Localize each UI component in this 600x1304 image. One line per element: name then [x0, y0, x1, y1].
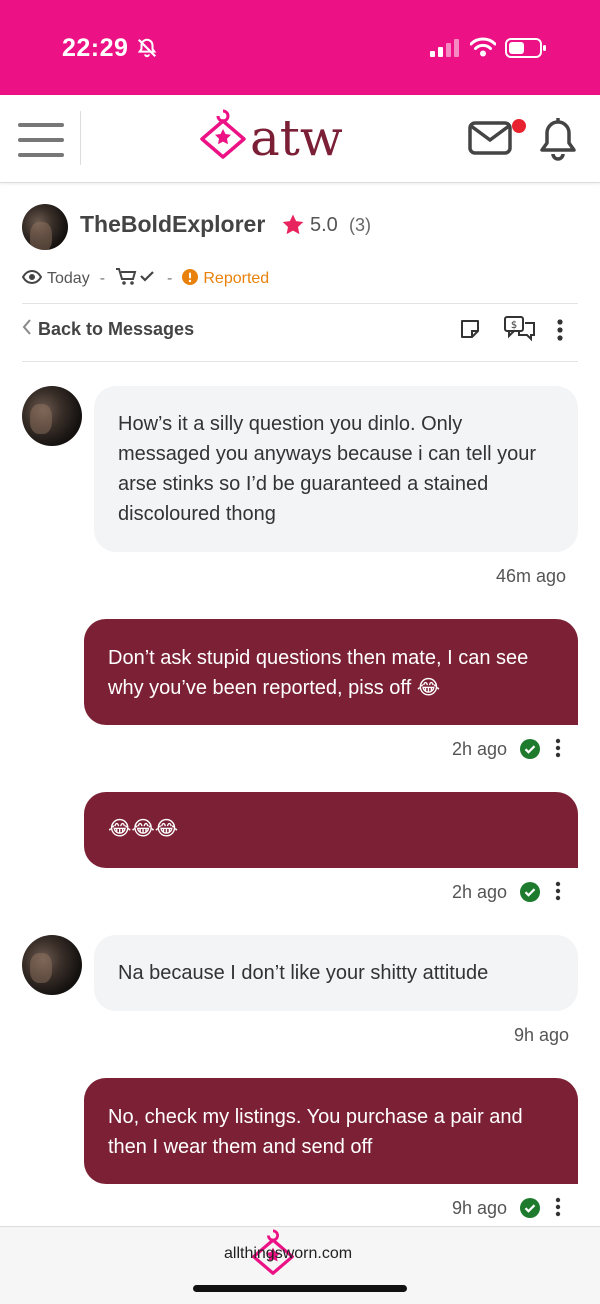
hamburger-menu-icon[interactable]: [18, 123, 64, 162]
alert-circle-icon: [182, 268, 199, 290]
last-seen: Today: [47, 270, 90, 287]
sender-avatar[interactable]: [22, 386, 82, 446]
header-divider: [80, 111, 81, 165]
meta-separator: -: [167, 270, 173, 287]
battery-icon: [505, 38, 547, 63]
message-timestamp: 9h ago: [514, 1025, 570, 1045]
notification-bell-icon[interactable]: [539, 117, 577, 166]
messages-envelope-icon[interactable]: [468, 121, 512, 160]
message-text: No, check my listings. You purchase a pa…: [108, 1106, 523, 1158]
sender-avatar[interactable]: [22, 935, 82, 995]
rating-value: 5.0: [310, 214, 338, 236]
read-check-icon: [520, 739, 540, 764]
profile-meta-row: Today - - Reported: [21, 267, 270, 292]
reported-status: Reported: [182, 268, 270, 290]
home-indicator[interactable]: [193, 1285, 407, 1292]
app-header: atw: [0, 95, 600, 183]
wifi-icon: [469, 37, 497, 62]
message-timestamp: 2h ago: [452, 739, 508, 759]
message-timestamp: 9h ago: [452, 1198, 508, 1218]
message-options-icon[interactable]: [555, 881, 561, 906]
profile-username[interactable]: TheBoldExplorer: [80, 211, 265, 238]
browser-footer: allthingsworn.com: [0, 1226, 600, 1304]
back-label: Back to Messages: [38, 319, 195, 339]
message-timestamp: 2h ago: [452, 882, 508, 902]
svg-text:$: $: [511, 320, 517, 331]
more-options-icon[interactable]: [556, 318, 564, 347]
message-text: Don’t ask stupid questions then mate, I …: [108, 647, 529, 699]
unread-badge: [512, 119, 526, 133]
bell-off-icon: [136, 37, 158, 64]
message-timestamp: 46m ago: [496, 566, 567, 586]
message-bubble-outgoing: No, check my listings. You purchase a pa…: [84, 1078, 578, 1184]
message-options-icon[interactable]: [555, 1197, 561, 1222]
star-icon: [281, 213, 305, 242]
cart-check-icon: [115, 267, 157, 292]
site-url[interactable]: allthingsworn.com: [224, 1245, 352, 1263]
hanger-logo-icon: [198, 107, 248, 168]
divider: [22, 303, 578, 304]
status-bar: 22:29: [0, 0, 600, 95]
status-time: 22:29: [62, 34, 129, 62]
message-options-icon[interactable]: [555, 738, 561, 763]
profile-avatar[interactable]: [22, 204, 68, 250]
message-bubble-incoming: Na because I don’t like your shitty atti…: [94, 935, 578, 1011]
atw-logo[interactable]: atw: [198, 107, 343, 168]
back-to-messages-link[interactable]: Back to Messages: [22, 319, 194, 340]
message-bubble-incoming: How’s it a silly question you dinlo. Onl…: [94, 386, 578, 552]
signal-icon: [430, 39, 460, 62]
message-text: Na because I don’t like your shitty atti…: [118, 962, 489, 984]
reported-label: Reported: [203, 270, 270, 287]
message-bubble-outgoing: Don’t ask stupid questions then mate, I …: [84, 619, 578, 725]
logo-text: atw: [250, 108, 343, 167]
divider: [22, 361, 578, 362]
read-check-icon: [520, 1198, 540, 1223]
eye-icon: [21, 269, 43, 289]
read-check-icon: [520, 882, 540, 907]
message-text: How’s it a silly question you dinlo. Onl…: [118, 413, 537, 525]
message-text: 😂😂😂: [108, 818, 179, 840]
message-bubble-outgoing: 😂😂😂: [84, 792, 578, 868]
make-offer-chat-icon[interactable]: $: [504, 316, 536, 347]
note-icon[interactable]: [459, 318, 481, 345]
rating-count[interactable]: (3): [349, 215, 371, 236]
meta-separator: -: [99, 270, 106, 287]
chevron-left-icon: [22, 319, 32, 340]
